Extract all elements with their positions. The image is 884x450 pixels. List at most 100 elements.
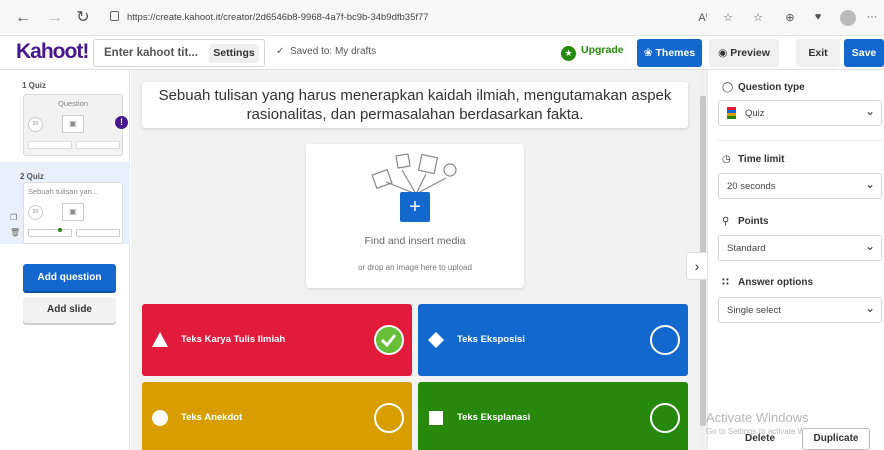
delete-slide-icon[interactable]: 🗑	[10, 228, 20, 237]
upgrade-label: Upgrade	[581, 44, 624, 56]
points-dropdown[interactable]: Standard ⌄	[718, 235, 882, 261]
saved-status-text: Saved to: My drafts	[289, 46, 377, 57]
preview-button[interactable]: ◉ Preview	[709, 39, 779, 67]
answer-option-4[interactable]: Teks Eksplanasi	[418, 382, 688, 450]
media-illustration-icon	[371, 153, 457, 195]
windows-watermark: Activate Windows	[706, 410, 809, 425]
favorites-icon[interactable]: ☆	[750, 11, 766, 24]
chevron-down-icon: ⌄	[864, 239, 875, 253]
slide-item-1[interactable]: 1 Quiz Question 20 ▣ !	[6, 78, 130, 156]
answer-options-dropdown[interactable]: Single select ⌄	[718, 297, 882, 323]
title-placeholder: Enter kahoot tit...	[104, 47, 198, 59]
triangle-icon	[152, 332, 168, 347]
kahoot-logo[interactable]: Kahoot!	[16, 40, 89, 64]
slide-thumbnail[interactable]: Sebuah tulisan yan... 20 ▣	[23, 182, 123, 244]
check-icon: ✓	[276, 46, 290, 57]
saved-status: ✓ Saved to: My drafts	[276, 46, 376, 57]
warning-icon[interactable]: !	[115, 116, 128, 129]
dropdown-value: 20 seconds	[727, 181, 776, 192]
back-icon[interactable]: ←	[14, 9, 32, 27]
profile-avatar[interactable]	[840, 10, 856, 26]
find-media-text: Find and insert media	[364, 235, 466, 247]
app-header: Kahoot! Enter kahoot tit... Settings ✓ S…	[0, 36, 884, 70]
settings-button[interactable]: Settings	[209, 44, 259, 63]
answer-text: Teks Eksplanasi	[457, 412, 531, 423]
question-text-field[interactable]: Sebuah tulisan yang harus menerapkan kai…	[142, 82, 688, 128]
image-placeholder-icon: ▣	[62, 115, 84, 133]
answer-option-2[interactable]: Teks Eksposisi	[418, 304, 688, 376]
slide-thumbnail[interactable]: Question 20 ▣	[23, 94, 123, 156]
question-type-icon: ◯	[722, 82, 734, 93]
correct-answer-toggle[interactable]	[650, 403, 680, 433]
check-icon	[380, 334, 397, 348]
slide-list-sidebar: 1 Quiz Question 20 ▣ ! 2 Quiz ❐ 🗑 Sebuah…	[0, 70, 130, 450]
upgrade-button[interactable]: ★ Upgrade	[561, 44, 624, 61]
add-slide-button[interactable]: Add slide	[23, 297, 116, 323]
eye-icon: ◉	[718, 47, 731, 59]
save-button[interactable]: Save	[844, 39, 884, 67]
correct-answer-toggle[interactable]	[650, 325, 680, 355]
grid-icon: ∷	[722, 277, 729, 288]
square-icon	[429, 411, 443, 425]
chevron-down-icon: ⌄	[864, 104, 875, 118]
answer-options-heading: ∷ Answer options	[722, 277, 813, 288]
chevron-right-icon[interactable]: ›	[686, 252, 708, 280]
add-question-button[interactable]: Add question	[23, 264, 116, 291]
dropdown-value: Standard	[727, 243, 766, 254]
preview-label: Preview	[730, 47, 770, 59]
circle-icon	[152, 410, 168, 426]
answer-option-3[interactable]: Teks Anekdot	[142, 382, 412, 450]
more-icon[interactable]: ···	[864, 11, 880, 23]
duplicate-button[interactable]: Duplicate	[802, 428, 870, 450]
refresh-icon[interactable]: ↻	[74, 9, 92, 27]
themes-button[interactable]: ❀ Themes	[637, 39, 702, 67]
star-icon: ★	[561, 46, 576, 61]
correct-answer-toggle[interactable]	[374, 325, 404, 355]
answer-placeholder	[28, 141, 72, 149]
slide-label: 1 Quiz	[22, 81, 47, 90]
time-limit-label: Time limit	[738, 154, 785, 165]
correct-dot	[58, 228, 62, 232]
correct-answer-toggle[interactable]	[374, 403, 404, 433]
question-type-dropdown[interactable]: Quiz ⌄	[718, 100, 882, 126]
exit-button[interactable]: Exit	[796, 39, 840, 67]
timer-badge: 20	[28, 117, 43, 132]
favorite-icon[interactable]: ☆	[720, 11, 736, 24]
insert-media-button[interactable]: +	[400, 192, 430, 222]
read-aloud-icon[interactable]: Aⁱ	[695, 11, 711, 24]
address-bar[interactable]: https://create.kahoot.it/creator/2d6546b…	[110, 8, 570, 28]
slide-label: 2 Quiz	[20, 172, 45, 181]
slide-preview-text: Sebuah tulisan yan...	[28, 187, 99, 196]
duplicate-slide-icon[interactable]: ❐	[10, 213, 17, 222]
question-type-label: Question type	[738, 82, 805, 93]
timer-badge: 20	[28, 205, 43, 220]
question-editor-canvas: Sebuah tulisan yang harus menerapkan kai…	[131, 70, 699, 450]
time-limit-heading: ◷ Time limit	[722, 154, 785, 165]
answer-placeholder	[28, 229, 72, 237]
diamond-icon	[428, 332, 444, 348]
media-upload-area[interactable]: + Find and insert media or drop an image…	[306, 144, 524, 288]
forward-icon[interactable]: →	[46, 9, 64, 27]
question-settings-panel: ◯ Question type Quiz ⌄ ◷ Time limit 20 sec…	[707, 70, 884, 450]
slide-preview-text: Question	[57, 99, 89, 108]
answer-text: Teks Karya Tulis Ilmiah	[181, 334, 286, 345]
answer-option-1[interactable]: Teks Karya Tulis Ilmiah	[142, 304, 412, 376]
points-heading: ⚲ Points	[722, 216, 769, 227]
quiz-icon	[727, 107, 736, 119]
heart-icon[interactable]: ♥	[810, 11, 826, 23]
palette-icon: ❀	[643, 47, 656, 59]
dropdown-value: Single select	[727, 305, 781, 316]
image-placeholder-icon: ▣	[62, 203, 84, 221]
points-label: Points	[738, 216, 769, 227]
slide-item-2-selected[interactable]: 2 Quiz ❐ 🗑 Sebuah tulisan yan... 20 ▣	[0, 162, 130, 244]
answer-text: Teks Anekdot	[181, 412, 243, 423]
delete-button[interactable]: Delete	[727, 428, 793, 450]
chevron-down-icon: ⌄	[864, 301, 875, 315]
answer-placeholder	[76, 229, 120, 237]
collections-icon[interactable]: ⊕	[782, 11, 798, 24]
lock-icon	[110, 11, 119, 21]
answer-placeholder	[76, 141, 120, 149]
kahoot-title-input[interactable]: Enter kahoot tit... Settings	[93, 39, 265, 67]
question-type-heading: ◯ Question type	[722, 82, 805, 93]
time-limit-dropdown[interactable]: 20 seconds ⌄	[718, 173, 882, 199]
